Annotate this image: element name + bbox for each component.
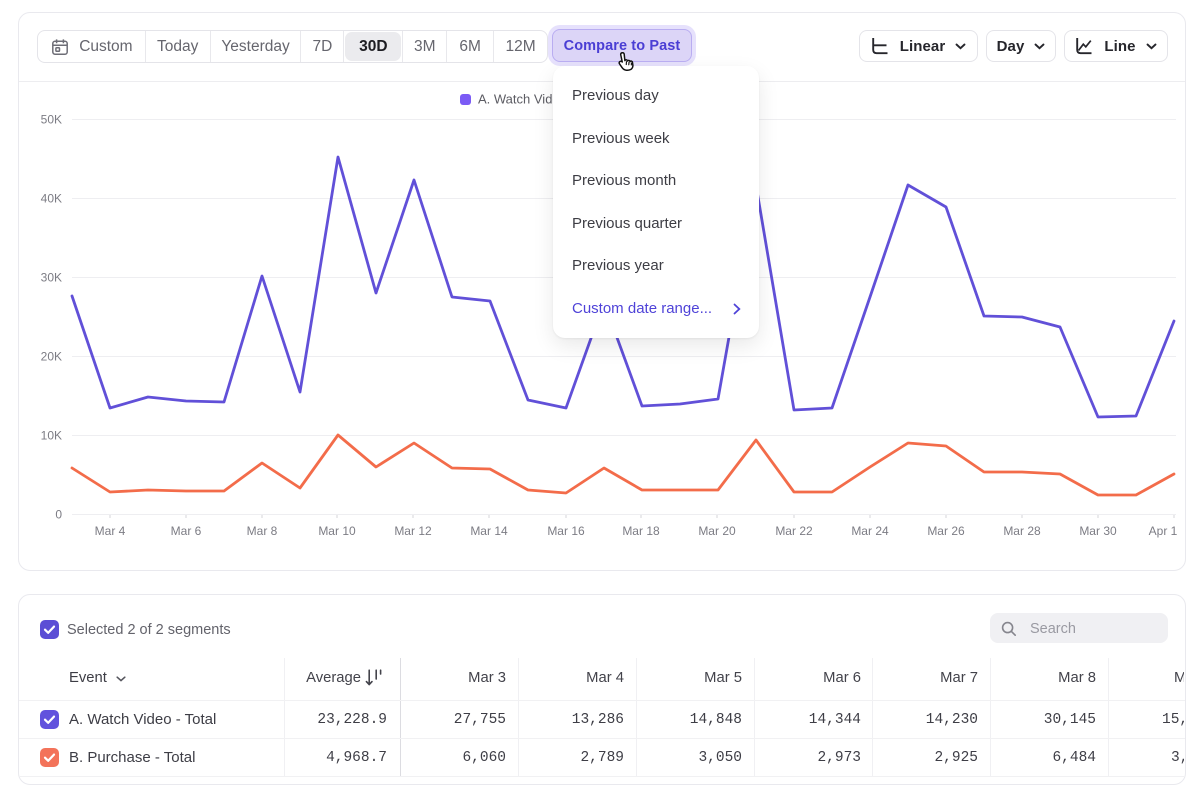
svg-text:Mar 6: Mar 6 (171, 524, 202, 538)
svg-text:Mar 22: Mar 22 (775, 524, 813, 538)
svg-text:Mar 8: Mar 8 (247, 524, 278, 538)
svg-text:Apr 1: Apr 1 (1149, 524, 1178, 538)
svg-text:Mar 16: Mar 16 (547, 524, 585, 538)
svg-text:0: 0 (55, 508, 62, 522)
svg-text:20K: 20K (41, 350, 62, 364)
svg-text:Mar 14: Mar 14 (470, 524, 508, 538)
svg-text:Mar 26: Mar 26 (927, 524, 965, 538)
svg-text:Mar 20: Mar 20 (698, 524, 736, 538)
svg-text:Mar 12: Mar 12 (394, 524, 432, 538)
svg-text:50K: 50K (41, 113, 62, 127)
svg-text:40K: 40K (41, 192, 62, 206)
svg-text:10K: 10K (41, 429, 62, 443)
svg-text:Mar 4: Mar 4 (95, 524, 126, 538)
svg-text:Mar 10: Mar 10 (318, 524, 356, 538)
svg-text:30K: 30K (41, 271, 62, 285)
svg-text:Mar 18: Mar 18 (622, 524, 660, 538)
svg-text:Mar 28: Mar 28 (1003, 524, 1041, 538)
svg-text:Mar 24: Mar 24 (851, 524, 889, 538)
svg-text:Mar 30: Mar 30 (1079, 524, 1117, 538)
